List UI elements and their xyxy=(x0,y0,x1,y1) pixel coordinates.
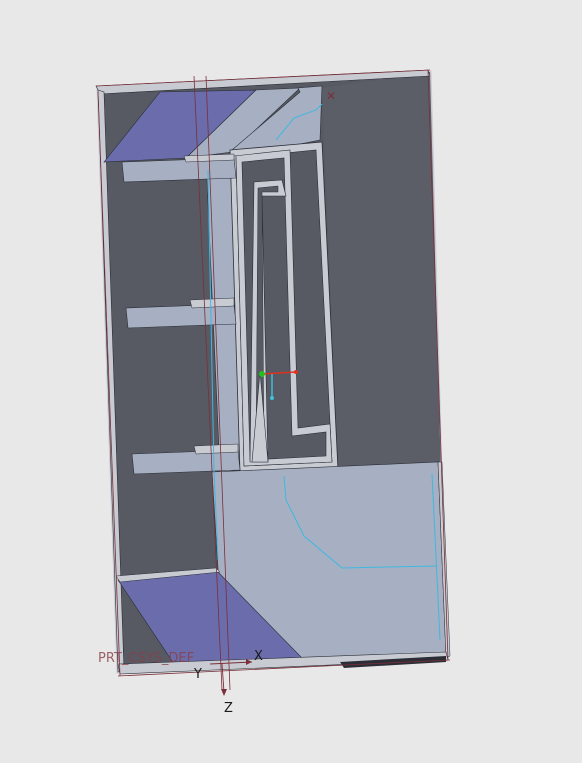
csys-z-label: Z xyxy=(224,701,233,716)
model-view[interactable]: ✕ PRT_CSYS_DEF X Y Z xyxy=(0,0,582,759)
shelf-middle xyxy=(125,303,237,329)
csys-plane-label: PRT_CSYS_DEF xyxy=(98,651,194,666)
shelf-lower xyxy=(131,449,241,475)
csys-origin xyxy=(259,371,265,377)
shelf-lower-top xyxy=(193,443,239,455)
shelf-upper xyxy=(121,157,237,183)
csys-z-tip xyxy=(270,396,274,400)
csys-x-label: X xyxy=(254,649,263,664)
datum-corner-mark: ✕ xyxy=(326,89,336,103)
csys-y-label: Y xyxy=(193,667,202,682)
cad-3d-viewport[interactable]: ✕ PRT_CSYS_DEF X Y Z xyxy=(0,0,582,759)
shelf-middle-top xyxy=(189,297,235,309)
csys-x-tip xyxy=(294,370,298,374)
